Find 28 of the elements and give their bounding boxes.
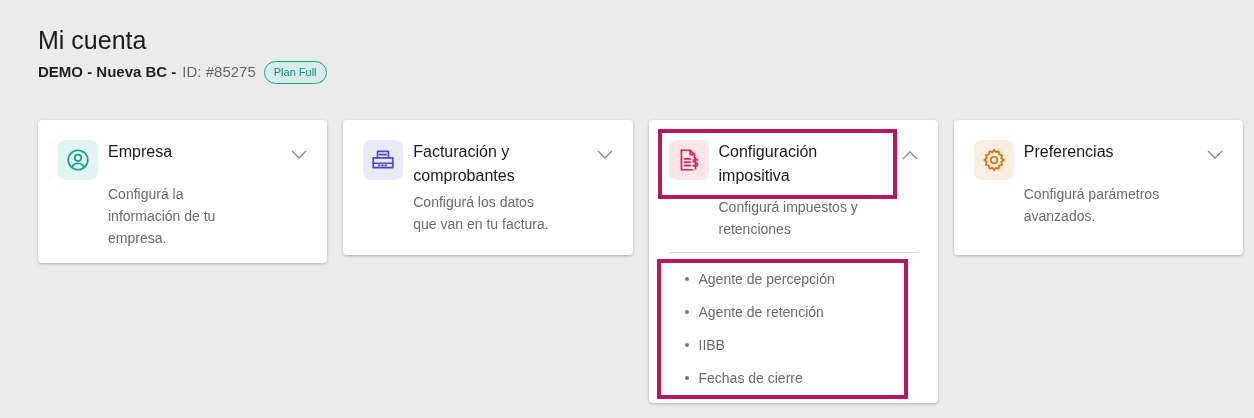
submenu-link[interactable]: Fechas de cierre	[698, 367, 803, 389]
chevron-up-icon[interactable]	[901, 149, 918, 160]
bullet-icon	[684, 376, 689, 380]
card-description: Configurá parámetros avanzados.	[1022, 184, 1161, 226]
plan-badge: Plan Full	[263, 61, 327, 84]
submenu-link[interactable]: Agente de percepción	[698, 268, 835, 290]
settings-card[interactable]: Preferencias Configurá parámetros avanzados.	[953, 119, 1243, 255]
settings-card[interactable]: Empresa Configurá la información de tu empresa.	[38, 119, 328, 263]
card-description: Configurá la información de tu empresa.	[107, 184, 217, 248]
chevron-down-icon[interactable]	[596, 149, 613, 160]
submenu-link[interactable]: IIBB	[698, 334, 725, 356]
bullet-icon	[684, 310, 689, 314]
page-title: Mi cuenta	[38, 25, 147, 56]
chevron-down-icon[interactable]	[291, 149, 308, 160]
card-title: Facturación y comprobantes	[413, 141, 515, 186]
card-title: Empresa	[108, 141, 173, 162]
card-title: Preferencias	[1023, 141, 1114, 162]
bullet-icon	[684, 277, 689, 281]
company-name: DEMO - Nueva BC -	[38, 62, 177, 82]
card-description: Configurá impuestos y retenciones	[717, 197, 859, 239]
settings-card[interactable]: Facturación y comprobantes Configurá los datos que van en tu factura.	[343, 119, 633, 255]
card-title: Configuración impositiva	[718, 141, 818, 186]
account-id: ID: #85275	[182, 62, 256, 82]
submenu-link[interactable]: Agente de retención	[698, 301, 824, 323]
chevron-down-icon[interactable]	[1207, 149, 1223, 160]
settings-card[interactable]: Configuración impositiva Configurá impuestos y retenciones Agente de percepción Agente de retención IIBB Fechas de cierre	[648, 119, 938, 403]
bullet-icon	[684, 343, 689, 347]
card-description: Configurá los datos que van en tu factura.	[412, 192, 550, 234]
